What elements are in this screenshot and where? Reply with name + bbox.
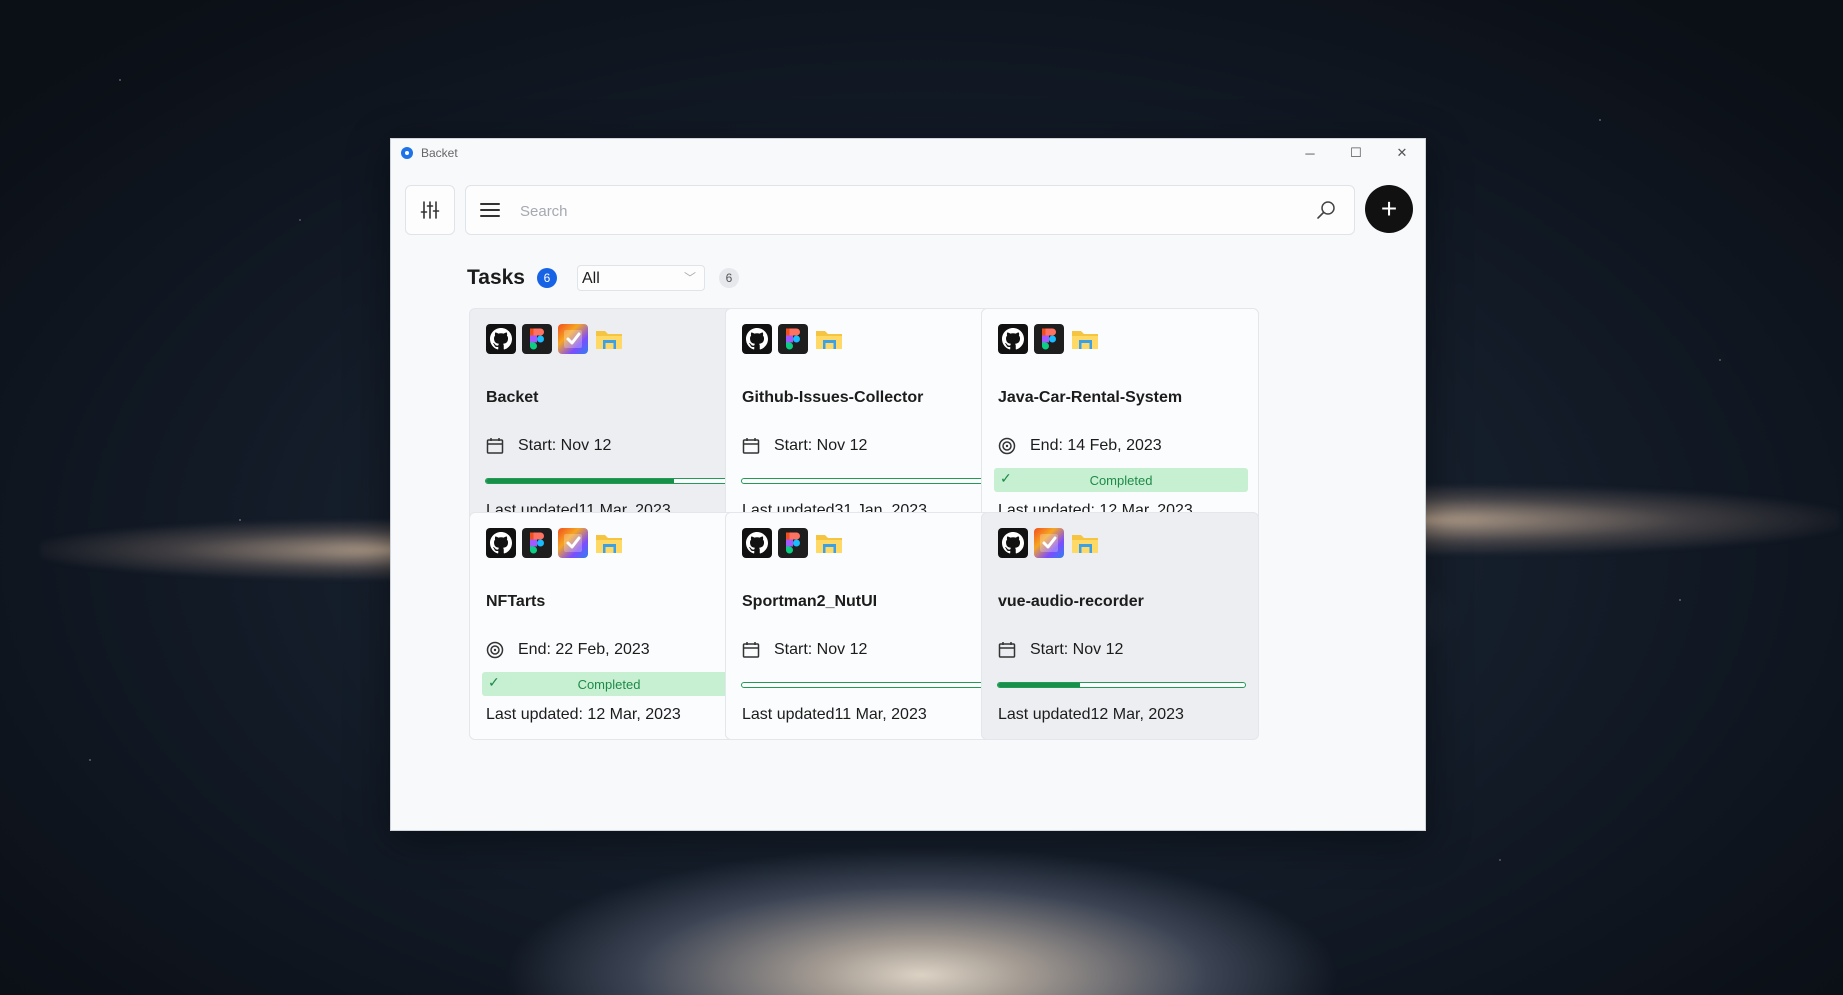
check-icon: ✓ bbox=[488, 674, 500, 690]
calendar-icon bbox=[486, 437, 504, 455]
github-icon bbox=[998, 528, 1028, 558]
card-date-text: Start: Nov 12 bbox=[774, 641, 868, 658]
target-icon bbox=[998, 437, 1016, 455]
progress-fill bbox=[998, 683, 1080, 687]
toolbar: + bbox=[405, 185, 1413, 235]
card-date-text: Start: Nov 12 bbox=[518, 437, 612, 454]
chevron-down-icon: ﹀ bbox=[683, 271, 696, 285]
completed-status-bar: ✓ Completed bbox=[994, 468, 1248, 492]
card-title: Github-Issues-Collector bbox=[742, 389, 924, 406]
progress-bar bbox=[741, 682, 990, 688]
check-icon: ✓ bbox=[1000, 470, 1012, 486]
card-title: Java-Car-Rental-System bbox=[998, 389, 1183, 406]
tasks-header: Tasks 6 All ﹀ 6 bbox=[467, 265, 739, 291]
add-task-button[interactable]: + bbox=[1365, 185, 1413, 233]
wallpaper-glow-left bbox=[40, 520, 400, 580]
card-date: End: 22 Feb, 2023 bbox=[486, 641, 650, 659]
close-button[interactable]: ✕ bbox=[1379, 139, 1425, 167]
github-icon bbox=[486, 528, 516, 558]
target-icon bbox=[486, 641, 504, 659]
folder-icon bbox=[814, 528, 844, 558]
task-card[interactable]: Github-Issues-Collector Start: Nov 12 Last… bbox=[725, 308, 1003, 536]
progress-fill bbox=[486, 479, 674, 483]
completed-label: Completed bbox=[577, 676, 641, 692]
github-icon bbox=[998, 324, 1028, 354]
card-title: NFTarts bbox=[486, 593, 546, 610]
window-controls: ─ ☐ ✕ bbox=[1287, 139, 1425, 167]
folder-icon bbox=[594, 528, 624, 558]
progress-bar bbox=[741, 478, 990, 484]
card-title: Sportman2_NutUI bbox=[742, 593, 878, 610]
calendar-icon bbox=[742, 437, 760, 455]
last-updated-text: Last updated: 12 Mar, 2023 bbox=[486, 706, 681, 723]
card-app-icons bbox=[998, 528, 1100, 558]
figma-icon bbox=[778, 528, 808, 558]
completed-label: Completed bbox=[1089, 472, 1153, 488]
card-date: Start: Nov 12 bbox=[998, 641, 1123, 659]
todo-icon bbox=[1034, 528, 1064, 558]
card-title: vue-audio-recorder bbox=[998, 593, 1144, 610]
card-date-text: End: 22 Feb, 2023 bbox=[518, 641, 650, 658]
todo-icon bbox=[558, 324, 588, 354]
minimize-button[interactable]: ─ bbox=[1287, 139, 1333, 167]
card-date: Start: Nov 12 bbox=[486, 437, 611, 455]
tasks-title: Tasks bbox=[467, 266, 525, 289]
task-card[interactable]: Backet Start: Nov 12 Last updated11 Mar, 2… bbox=[469, 308, 747, 536]
filter-settings-button[interactable] bbox=[405, 185, 455, 235]
figma-icon bbox=[1034, 324, 1064, 354]
card-title: Backet bbox=[486, 389, 539, 406]
github-icon bbox=[486, 324, 516, 354]
wallpaper-glow-right bbox=[1420, 485, 1840, 555]
last-updated-text: Last updated11 Mar, 2023 bbox=[742, 706, 927, 723]
filter-count-badge: 6 bbox=[719, 268, 739, 288]
folder-icon bbox=[594, 324, 624, 354]
last-updated-text: Last updated12 Mar, 2023 bbox=[998, 706, 1184, 723]
task-filter-select[interactable]: All ﹀ bbox=[577, 265, 705, 291]
menu-icon[interactable] bbox=[480, 200, 500, 220]
card-date: End: 14 Feb, 2023 bbox=[998, 437, 1162, 455]
app-window: Backet ─ ☐ ✕ + Tasks 6 Al bbox=[390, 138, 1426, 831]
task-card[interactable]: Java-Car-Rental-System End: 14 Feb, 2023 ✓… bbox=[981, 308, 1259, 536]
search-icon[interactable] bbox=[1316, 200, 1336, 220]
tasks-count-badge: 6 bbox=[537, 268, 557, 288]
figma-icon bbox=[522, 324, 552, 354]
progress-bar bbox=[997, 682, 1246, 688]
figma-icon bbox=[522, 528, 552, 558]
card-date: Start: Nov 12 bbox=[742, 641, 867, 659]
card-date: Start: Nov 12 bbox=[742, 437, 867, 455]
card-app-icons bbox=[486, 324, 624, 354]
github-icon bbox=[742, 324, 772, 354]
card-date-text: Start: Nov 12 bbox=[774, 437, 868, 454]
card-app-icons bbox=[998, 324, 1100, 354]
folder-icon bbox=[1070, 324, 1100, 354]
window-title: Backet bbox=[421, 146, 458, 160]
completed-status-bar: ✓ Completed bbox=[482, 672, 736, 696]
github-icon bbox=[742, 528, 772, 558]
search-bar bbox=[465, 185, 1355, 235]
folder-icon bbox=[1070, 528, 1100, 558]
folder-icon bbox=[814, 324, 844, 354]
card-date-text: End: 14 Feb, 2023 bbox=[1030, 437, 1162, 454]
card-date-text: Start: Nov 12 bbox=[1030, 641, 1124, 658]
figma-icon bbox=[778, 324, 808, 354]
task-card[interactable]: Sportman2_NutUI Start: Nov 12 Last updated… bbox=[725, 512, 1003, 740]
card-app-icons bbox=[742, 528, 844, 558]
sliders-icon bbox=[420, 201, 440, 219]
card-app-icons bbox=[486, 528, 624, 558]
search-input[interactable] bbox=[518, 194, 1282, 228]
task-card[interactable]: NFTarts End: 22 Feb, 2023 ✓ Completed Last u… bbox=[469, 512, 747, 740]
todo-icon bbox=[558, 528, 588, 558]
calendar-icon bbox=[998, 641, 1016, 659]
calendar-icon bbox=[742, 641, 760, 659]
card-app-icons bbox=[742, 324, 844, 354]
task-filter-value: All bbox=[582, 270, 600, 287]
progress-bar bbox=[485, 478, 734, 484]
title-bar[interactable]: Backet bbox=[391, 139, 1425, 167]
app-logo-icon bbox=[401, 147, 413, 159]
maximize-button[interactable]: ☐ bbox=[1333, 139, 1379, 167]
task-card[interactable]: vue-audio-recorder Start: Nov 12 Last upda… bbox=[981, 512, 1259, 740]
